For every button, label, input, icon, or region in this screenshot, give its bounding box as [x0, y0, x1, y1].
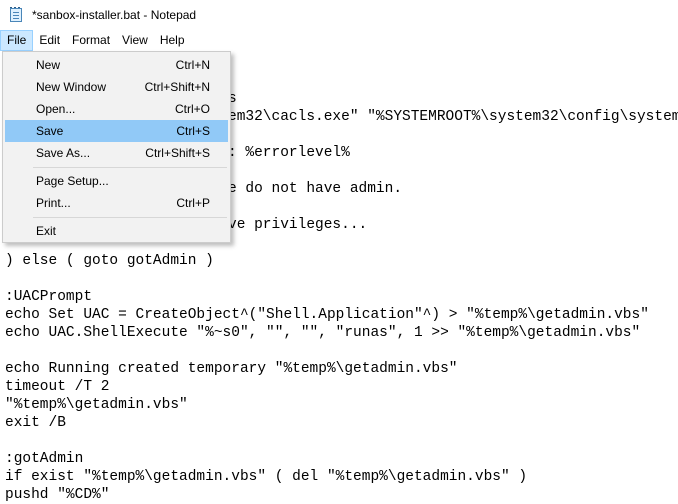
menu-item-save-as[interactable]: Save As... Ctrl+Shift+S [5, 142, 228, 164]
editor-line: echo Running created temporary "%temp%\g… [5, 361, 458, 377]
menu-item-new-window[interactable]: New Window Ctrl+Shift+N [5, 76, 228, 98]
editor-line: : %errorlevel% [228, 145, 350, 161]
menu-bar: File Edit Format View Help [0, 30, 678, 51]
notepad-icon [8, 7, 24, 23]
menu-item-label: New [36, 58, 61, 72]
menu-separator [33, 167, 227, 168]
menu-item-shortcut: Ctrl+Shift+S [145, 146, 210, 160]
menu-separator [33, 217, 227, 218]
menu-help[interactable]: Help [154, 30, 191, 51]
editor-line: :UACPrompt [5, 289, 93, 305]
editor-line: pushd "%CD%" [5, 487, 110, 503]
menu-item-shortcut: Ctrl+S [176, 124, 210, 138]
editor-line: exit /B [5, 415, 66, 431]
editor-line: :gotAdmin [5, 451, 84, 467]
editor-line: em32\cacls.exe" "%SYSTEMROOT%\system32\c… [228, 109, 678, 125]
menu-item-shortcut: Ctrl+P [176, 196, 210, 210]
menu-item-label: Exit [36, 224, 57, 238]
menu-item-label: New Window [36, 80, 107, 94]
menu-view[interactable]: View [116, 30, 154, 51]
menu-format[interactable]: Format [66, 30, 116, 51]
title-bar: *sanbox-installer.bat - Notepad [0, 0, 678, 30]
editor-line: timeout /T 2 [5, 379, 110, 395]
menu-item-label: Print... [36, 196, 71, 210]
menu-item-new[interactable]: New Ctrl+N [5, 54, 228, 76]
editor-line: echo UAC.ShellExecute "%~s0", "", "", "r… [5, 325, 641, 341]
file-menu-dropdown: New Ctrl+N New Window Ctrl+Shift+N Open.… [2, 51, 231, 243]
menu-item-save[interactable]: Save Ctrl+S [5, 120, 228, 142]
menu-item-shortcut: Ctrl+O [174, 102, 210, 116]
menu-edit[interactable]: Edit [33, 30, 66, 51]
menu-item-open[interactable]: Open... Ctrl+O [5, 98, 228, 120]
editor-line: "%temp%\getadmin.vbs" [5, 397, 188, 413]
menu-item-label: Save [36, 124, 64, 138]
menu-item-label: Open... [36, 102, 76, 116]
editor-line: if exist "%temp%\getadmin.vbs" ( del "%t… [5, 469, 528, 485]
menu-item-print[interactable]: Print... Ctrl+P [5, 192, 228, 214]
window-title: *sanbox-installer.bat - Notepad [32, 8, 197, 22]
editor-line: ve privileges... [228, 217, 368, 233]
editor-line: ) else ( goto gotAdmin ) [5, 253, 214, 269]
menu-item-shortcut: Ctrl+Shift+N [144, 80, 210, 94]
menu-item-exit[interactable]: Exit [5, 220, 228, 242]
editor-line: e do not have admin. [228, 181, 403, 197]
menu-file[interactable]: File [0, 30, 34, 51]
menu-item-label: Save As... [36, 146, 91, 160]
editor-line: echo Set UAC = CreateObject^("Shell.Appl… [5, 307, 649, 323]
menu-item-shortcut: Ctrl+N [175, 58, 210, 72]
menu-item-page-setup[interactable]: Page Setup... [5, 170, 228, 192]
menu-item-label: Page Setup... [36, 174, 109, 188]
